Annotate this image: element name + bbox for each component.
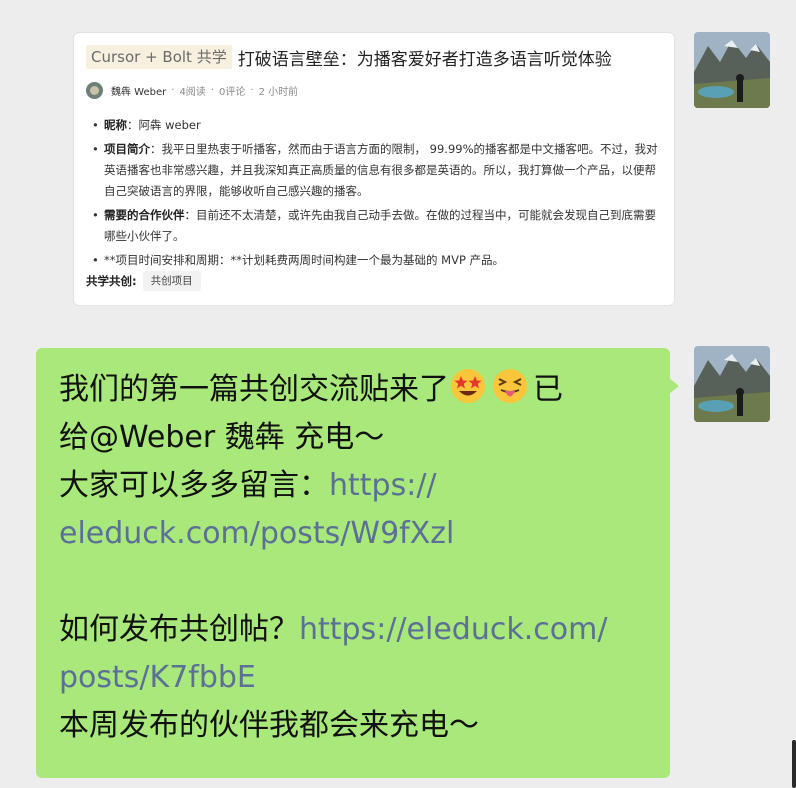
list-item: 昵称：阿犇 weber <box>88 115 658 136</box>
list-item: 项目简介：我平日里热衷于听播客，然而由于语言方面的限制， 99.99%的播客都是… <box>88 139 658 202</box>
guide-link[interactable]: posts/K7fbbE <box>59 660 256 695</box>
author-avatar <box>86 82 103 99</box>
list-item: **项目时间安排和周期：**计划耗费两周时间构建一个最为基础的 MVP 产品。 <box>88 250 658 271</box>
user-avatar[interactable] <box>694 32 770 108</box>
list-item: 需要的合作伙伴：目前还不太清楚，或许先由我自己动手去做。在做的过程当中，可能就会… <box>88 205 658 247</box>
star-struck-emoji <box>451 369 485 403</box>
message-line: 如何发布共创帖？https://eleduck.com/ <box>59 612 608 647</box>
message-line: 本周发布的伙伴我都会来充电～ <box>59 708 479 743</box>
message-line: eleduck.com/posts/W9fXzl <box>59 510 652 558</box>
post-link[interactable]: https:// <box>329 468 437 503</box>
guide-link[interactable]: https://eleduck.com/ <box>299 612 607 647</box>
card-footer: 共学共创: 共创项目 <box>86 271 201 291</box>
post-link[interactable]: eleduck.com/posts/W9fXzl <box>59 516 454 551</box>
post-time: 2 小时前 <box>258 87 299 98</box>
chat-message-bubble[interactable]: 我们的第一篇共创交流贴来了 已 给@Weber 魏犇 充电～ 大家可以多多留言：… <box>36 348 679 778</box>
category-label: 共学共创: <box>86 274 137 288</box>
message-line: 给@Weber 魏犇 充电～ <box>59 420 385 455</box>
article-title: 打破语言壁垒：为播客爱好者打造多语言听觉体验 <box>237 49 612 70</box>
read-count: 4阅读 <box>179 87 206 98</box>
category-chip[interactable]: 共创项目 <box>142 271 201 291</box>
message-line: posts/K7fbbE <box>59 654 652 702</box>
comment-count: 0评论 <box>219 87 246 98</box>
message-line: 我们的第一篇共创交流贴来了 已 <box>59 366 652 414</box>
user-avatar[interactable] <box>694 346 770 422</box>
course-tag: Cursor + Bolt 共学 <box>86 45 232 69</box>
scrollbar[interactable] <box>792 740 796 788</box>
article-link-card[interactable]: Cursor + Bolt 共学 打破语言壁垒：为播客爱好者打造多语言听觉体验 … <box>73 32 675 306</box>
squinting-tongue-emoji <box>493 369 527 403</box>
author-name: 魏犇 Weber <box>111 87 167 98</box>
message-line: 大家可以多多留言：https:// <box>59 468 437 503</box>
article-meta: 魏犇 Weber · 4阅读 · 0评论 · 2 小时前 <box>86 82 298 99</box>
article-summary-list: 昵称：阿犇 weber 项目简介：我平日里热衷于听播客，然而由于语言方面的限制，… <box>88 115 658 274</box>
